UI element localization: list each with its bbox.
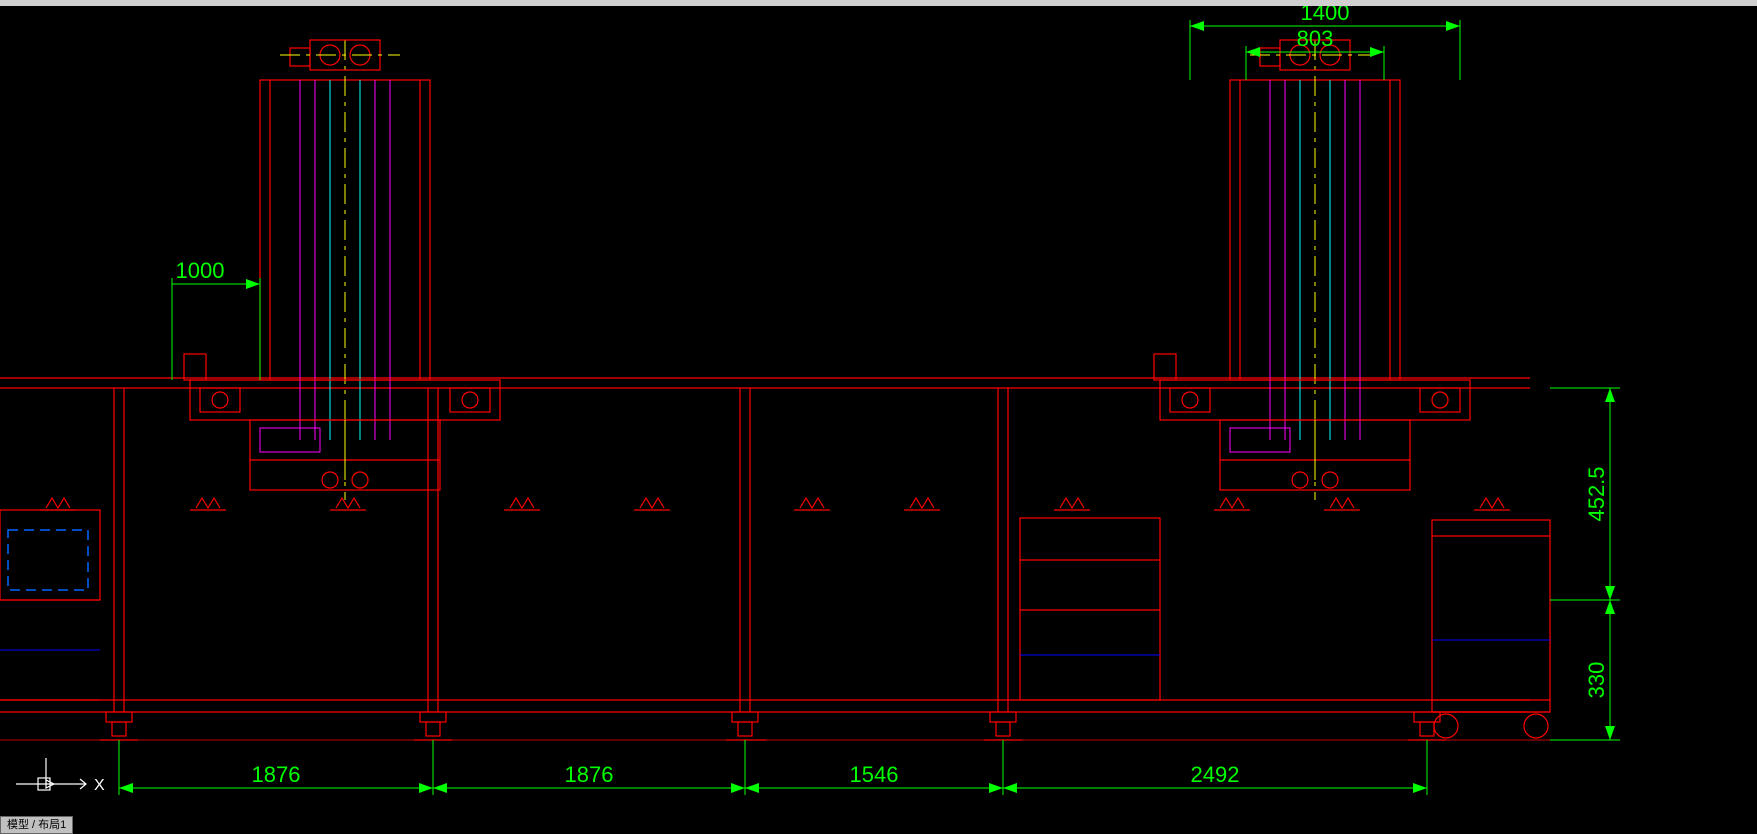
dim-value: 1876 bbox=[252, 762, 301, 787]
rolling-cart bbox=[1432, 520, 1550, 738]
ucs-icon: X bbox=[16, 758, 105, 794]
dim-value: 1000 bbox=[176, 258, 225, 283]
dim-value: 1546 bbox=[850, 762, 899, 787]
layout-tab[interactable]: 模型 / 布局1 bbox=[0, 816, 73, 834]
dim-value: 452.5 bbox=[1584, 466, 1609, 521]
window-top-border bbox=[0, 0, 1757, 6]
tower-assembly-right bbox=[1154, 40, 1470, 500]
mid-shelf-unit bbox=[1020, 518, 1160, 700]
dim-value: 803 bbox=[1297, 26, 1334, 51]
cad-drawing-canvas[interactable]: 1400 803 1000 452.5 330 bbox=[0, 0, 1757, 834]
dimension-upper-left: 1000 bbox=[172, 258, 260, 380]
rail-brackets bbox=[40, 498, 1510, 510]
ucs-label: X bbox=[94, 777, 105, 794]
base-frame bbox=[0, 378, 1560, 740]
dimension-bottom-row: 1876 1876 1546 2492 bbox=[119, 740, 1427, 795]
dim-value: 330 bbox=[1584, 662, 1609, 699]
tower-assembly-left bbox=[184, 40, 500, 500]
leveling-feet bbox=[100, 712, 1446, 740]
left-end-module bbox=[0, 510, 100, 700]
dimension-right-upper: 452.5 bbox=[1550, 388, 1620, 600]
layout-tab-label: 模型 / 布局1 bbox=[7, 819, 66, 831]
dim-value: 1876 bbox=[565, 762, 614, 787]
dim-value: 2492 bbox=[1191, 762, 1240, 787]
dimension-right-lower: 330 bbox=[1550, 600, 1620, 740]
